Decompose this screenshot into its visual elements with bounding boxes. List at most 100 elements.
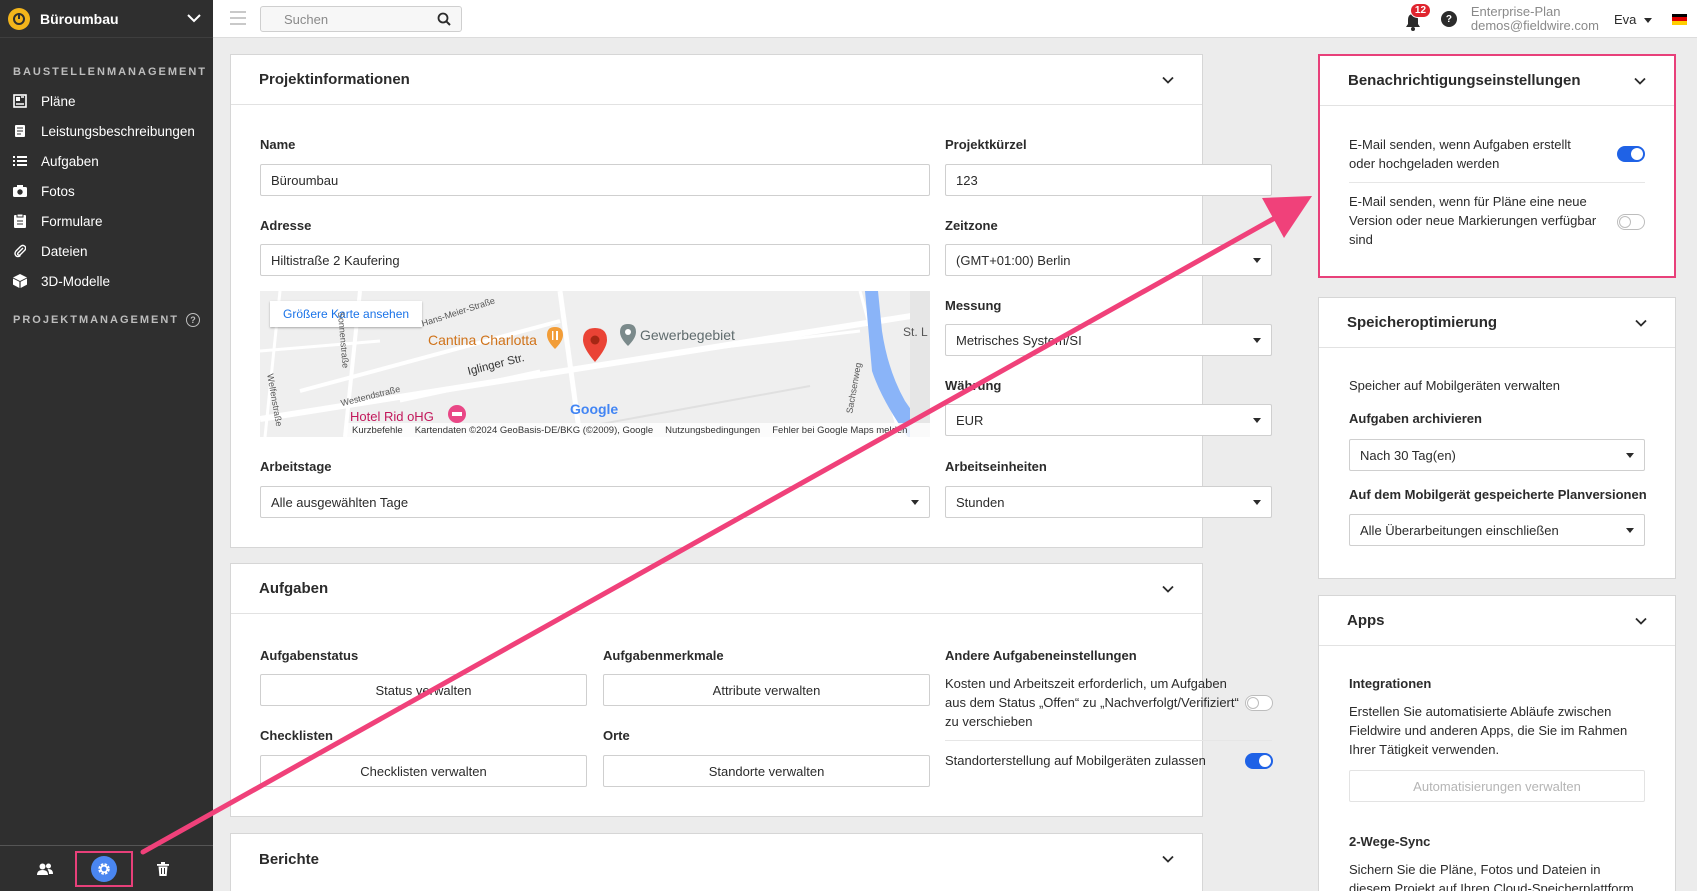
sidebar-item-files[interactable]: Dateien (0, 236, 213, 266)
sidebar-item-tasks[interactable]: Aufgaben (0, 146, 213, 176)
caret-down-icon (1253, 500, 1261, 505)
address-label: Adresse (260, 218, 312, 233)
notifications-button[interactable]: 12 (1405, 3, 1432, 31)
storage-optimization-header[interactable]: Speicheroptimierung (1319, 298, 1675, 348)
trash-icon (157, 861, 169, 876)
topbar: Suchen 12 ? Enterprise-Plan demos@fieldw… (213, 0, 1697, 38)
restaurant-marker-icon (547, 327, 563, 349)
map-attribution: Kurzbefehle Kartendaten ©2024 GeoBasis-D… (346, 423, 930, 437)
email-on-task-created-text: E-Mail senden, wenn Aufgaben erstellt od… (1349, 137, 1571, 171)
sidebar-item-photos[interactable]: Fotos (0, 176, 213, 206)
email-on-task-created-toggle[interactable] (1617, 146, 1645, 162)
german-flag-icon[interactable] (1672, 13, 1687, 25)
reports-card: Berichte (230, 833, 1203, 891)
integrations-description: Erstellen Sie automatisierte Abläufe zwi… (1349, 704, 1628, 757)
sidebar-item-label: Formulare (41, 213, 103, 229)
two-way-sync-description: Sichern Sie die Pläne, Fotos und Dateien… (1349, 862, 1634, 891)
hamburger-menu-icon[interactable] (230, 11, 246, 25)
chevron-down-icon[interactable] (1162, 583, 1174, 595)
search-icon (437, 12, 451, 26)
plan-versions-select[interactable]: Alle Überarbeitungen einschließen (1349, 514, 1645, 546)
help-icon[interactable]: ? (1440, 11, 1457, 27)
timezone-select[interactable]: (GMT+01:00) Berlin (945, 244, 1272, 276)
map-report-link[interactable]: Fehler bei Google Maps melden (772, 425, 907, 436)
name-field[interactable]: Büroumbau (260, 164, 930, 196)
map-data-credit: Kartendaten ©2024 GeoBasis-DE/BKG (©2009… (414, 424, 654, 436)
integrations-label: Integrationen (1349, 676, 1432, 691)
project-name: Büroumbau (40, 10, 119, 27)
people-button[interactable] (25, 852, 65, 886)
currency-value: EUR (956, 412, 984, 428)
sidebar-item-plans[interactable]: Pläne (0, 86, 213, 116)
sidebar-footer (0, 845, 213, 891)
archive-tasks-select[interactable]: Nach 30 Tag(en) (1349, 439, 1645, 471)
measure-select[interactable]: Metrisches System/SI (945, 324, 1272, 356)
address-field[interactable]: Hiltistraße 2 Kaufering (260, 244, 930, 276)
sidebar-item-forms[interactable]: Formulare (0, 206, 213, 236)
area-marker-icon (620, 324, 636, 346)
project-switcher[interactable]: Büroumbau (0, 0, 213, 38)
project-info-header[interactable]: Projektinformationen (231, 55, 1202, 105)
trash-button[interactable] (143, 852, 183, 886)
email-on-plan-version-toggle[interactable] (1617, 214, 1645, 230)
user-menu[interactable]: Eva (1614, 12, 1652, 27)
map-place-label: Gewerbegebiet (640, 327, 735, 343)
cost-time-required-toggle[interactable] (1245, 695, 1273, 711)
forms-icon (12, 213, 28, 229)
card-title: Speicheroptimierung (1347, 314, 1498, 331)
account-info: Enterprise-Plan demos@fieldwire.com (1471, 5, 1599, 33)
plan-versions-value: Alle Überarbeitungen einschließen (1360, 522, 1559, 538)
map-terms-link[interactable]: Nutzungsbedingungen (665, 425, 760, 436)
chevron-down-icon[interactable] (1634, 75, 1646, 87)
map-shortcuts-link[interactable]: Kurzbefehle (352, 425, 403, 436)
reports-header[interactable]: Berichte (231, 834, 1202, 884)
manage-attributes-button[interactable]: Attribute verwalten (603, 674, 930, 706)
currency-select[interactable]: EUR (945, 404, 1272, 436)
gear-icon (91, 855, 117, 882)
workunits-select[interactable]: Stunden (945, 486, 1272, 518)
caret-down-icon (1626, 453, 1634, 458)
chevron-down-icon[interactable] (1635, 615, 1647, 627)
apps-header[interactable]: Apps (1319, 596, 1675, 646)
search-placeholder: Suchen (284, 11, 329, 27)
chevron-down-icon[interactable] (1162, 74, 1174, 86)
paperclip-icon (12, 243, 28, 259)
sidebar: Büroumbau BAUSTELLENMANAGEMENT Pläne Lei… (0, 0, 213, 891)
currency-label: Währung (945, 378, 1002, 393)
timezone-label: Zeitzone (945, 218, 998, 233)
tasks-header[interactable]: Aufgaben (231, 564, 1202, 614)
card-title: Apps (1347, 612, 1385, 629)
workdays-select[interactable]: Alle ausgewählten Tage (260, 486, 930, 518)
sidebar-item-label: Leistungsbeschreibungen (41, 123, 195, 139)
help-circle-icon[interactable]: ? (186, 313, 201, 327)
mobile-location-toggle[interactable] (1245, 753, 1273, 769)
caret-down-icon (1253, 338, 1261, 343)
card-title: Projektinformationen (259, 71, 410, 88)
chevron-down-icon[interactable] (1162, 853, 1174, 865)
section-label-site-management: BAUSTELLENMANAGEMENT (13, 66, 207, 78)
archive-tasks-value: Nach 30 Tag(en) (1360, 447, 1456, 463)
project-settings-button[interactable] (75, 850, 133, 887)
manage-status-button[interactable]: Status verwalten (260, 674, 587, 706)
chevron-down-icon[interactable] (1635, 317, 1647, 329)
manage-automations-button[interactable]: Automatisierungen verwalten (1349, 770, 1645, 802)
sidebar-item-label: Aufgaben (41, 153, 99, 169)
sidebar-item-3d-models[interactable]: 3D-Modelle (0, 266, 213, 296)
mobile-storage-subtitle: Speicher auf Mobilgeräten verwalten (1349, 378, 1561, 393)
sidebar-item-label: 3D-Modelle (41, 273, 111, 289)
code-field[interactable]: 123 (945, 164, 1272, 196)
manage-checklists-button[interactable]: Checklisten verwalten (260, 755, 587, 787)
plan-versions-label: Auf dem Mobilgerät gespeicherte Planvers… (1349, 487, 1647, 502)
plan-name: Enterprise-Plan (1470, 4, 1561, 19)
notification-settings-header[interactable]: Benachrichtigungseinstellungen (1320, 56, 1674, 106)
user-name: Eva (1613, 11, 1637, 27)
search-input[interactable]: Suchen (260, 6, 462, 32)
cube-icon (12, 273, 28, 289)
measure-value: Metrisches System/SI (956, 332, 1082, 348)
sidebar-item-specifications[interactable]: Leistungsbeschreibungen (0, 116, 213, 146)
tasks-icon (12, 153, 28, 169)
manage-locations-button[interactable]: Standorte verwalten (603, 755, 930, 787)
map-place-label: Cantina Charlotta (428, 332, 537, 348)
address-map[interactable]: Größere Karte ansehen Cantina Charlotta … (260, 291, 930, 437)
account-email: demos@fieldwire.com (1470, 18, 1599, 33)
